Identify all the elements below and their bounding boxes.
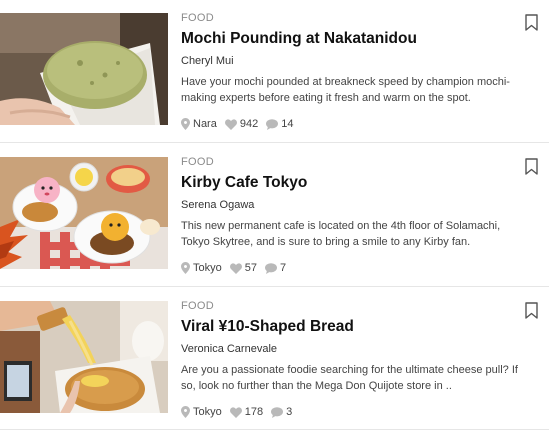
article-thumbnail[interactable] [0, 157, 168, 269]
likes-group[interactable]: 942 [224, 117, 259, 131]
bookmark-icon [525, 302, 538, 319]
location-group[interactable]: Tokyo [181, 261, 222, 275]
location-group[interactable]: Tokyo [181, 405, 222, 419]
article-feed: FOOD Mochi Pounding at Nakatanidou Chery… [0, 0, 549, 430]
article-meta: Nara 942 14 [181, 117, 531, 131]
location-label: Nara [193, 118, 217, 130]
article-card[interactable]: FOOD Mochi Pounding at Nakatanidou Chery… [0, 0, 549, 143]
article-thumbnail[interactable] [0, 13, 168, 125]
bookmark-icon [525, 14, 538, 31]
article-title[interactable]: Kirby Cafe Tokyo [181, 173, 531, 193]
article-content: FOOD Viral ¥10-Shaped Bread Veronica Car… [181, 300, 531, 419]
location-label: Tokyo [193, 262, 222, 274]
article-author[interactable]: Serena Ogawa [181, 198, 531, 212]
article-author[interactable]: Veronica Carnevale [181, 342, 531, 356]
location-group[interactable]: Nara [181, 117, 217, 131]
article-content: FOOD Kirby Cafe Tokyo Serena Ogawa This … [181, 156, 531, 275]
comment-icon [266, 118, 279, 130]
bookmark-button[interactable] [525, 302, 538, 319]
comments-count: 3 [286, 406, 293, 418]
article-excerpt: Are you a passionate foodie searching fo… [181, 364, 518, 392]
article-card[interactable]: FOOD Viral ¥10-Shaped Bread Veronica Car… [0, 288, 549, 430]
article-category[interactable]: FOOD [181, 156, 531, 169]
article-category[interactable]: FOOD [181, 12, 531, 25]
article-excerpt: Have your mochi pounded at breakneck spe… [181, 76, 510, 104]
heart-icon [229, 406, 242, 418]
heart-icon [229, 262, 242, 274]
cheese-bread-photo-icon [0, 301, 168, 413]
bookmark-button[interactable] [525, 158, 538, 175]
article-thumbnail[interactable] [0, 301, 168, 413]
comments-count: 14 [281, 118, 294, 130]
article-author[interactable]: Cheryl Mui [181, 54, 531, 68]
likes-count: 178 [244, 406, 264, 418]
comments-group[interactable]: 3 [271, 405, 292, 419]
likes-count: 942 [239, 118, 259, 130]
bookmark-button[interactable] [525, 14, 538, 31]
likes-group[interactable]: 178 [229, 405, 264, 419]
comments-group[interactable]: 7 [265, 261, 286, 275]
mochi-photo-icon [0, 13, 168, 125]
article-category[interactable]: FOOD [181, 300, 531, 313]
comments-count: 7 [280, 262, 287, 274]
article-card[interactable]: FOOD Kirby Cafe Tokyo Serena Ogawa This … [0, 144, 549, 287]
map-pin-icon [181, 406, 190, 418]
article-content: FOOD Mochi Pounding at Nakatanidou Chery… [181, 12, 531, 131]
article-excerpt: This new permanent cafe is located on th… [181, 220, 501, 248]
kirby-cafe-photo-icon [0, 157, 168, 269]
map-pin-icon [181, 262, 190, 274]
map-pin-icon [181, 118, 190, 130]
comment-icon [271, 406, 284, 418]
location-label: Tokyo [193, 406, 222, 418]
likes-group[interactable]: 57 [229, 261, 257, 275]
comment-icon [265, 262, 277, 274]
bookmark-icon [525, 158, 538, 175]
comments-group[interactable]: 14 [266, 117, 293, 131]
heart-icon [224, 118, 237, 130]
article-meta: Tokyo 57 7 [181, 261, 531, 275]
article-title[interactable]: Viral ¥10-Shaped Bread [181, 317, 531, 337]
likes-count: 57 [244, 262, 257, 274]
article-meta: Tokyo 178 3 [181, 405, 531, 419]
article-title[interactable]: Mochi Pounding at Nakatanidou [181, 29, 531, 49]
